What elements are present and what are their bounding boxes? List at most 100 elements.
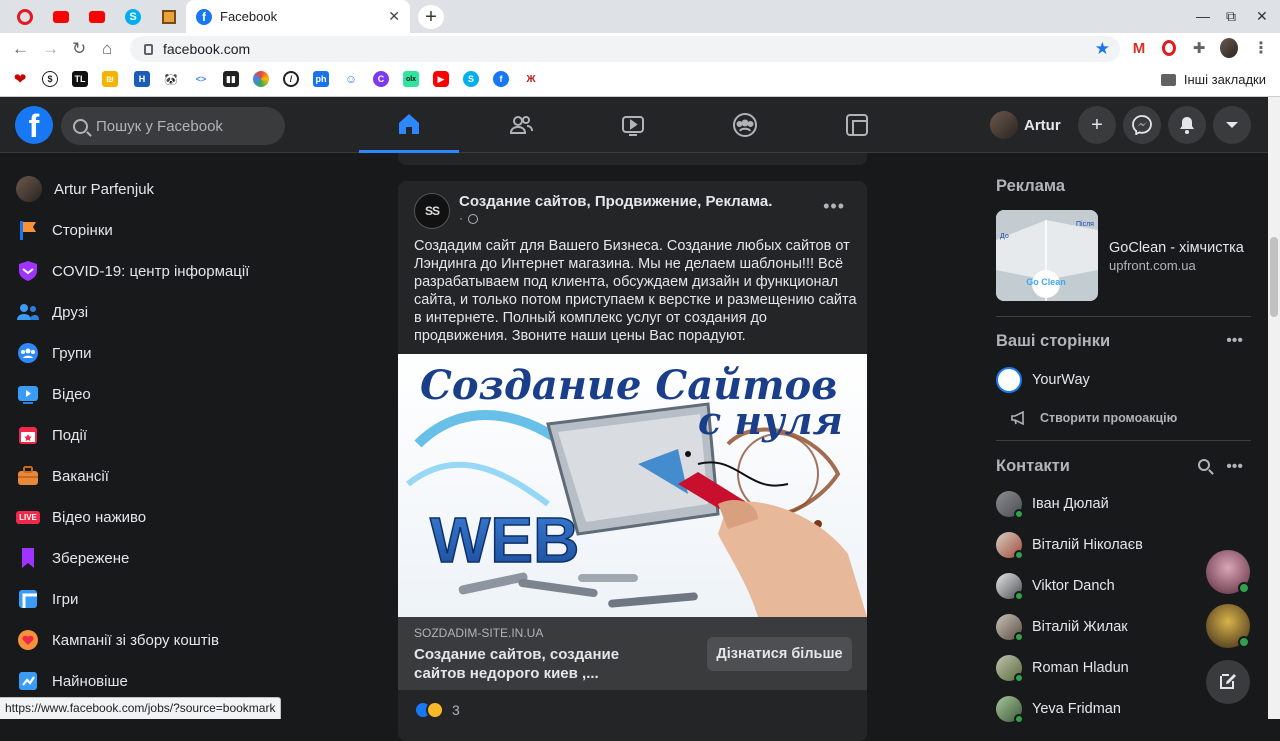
new-tab-button[interactable]: + (418, 5, 444, 29)
close-window-icon[interactable]: ✕ (1256, 8, 1268, 25)
bookmark-c-icon[interactable]: C (373, 71, 389, 87)
address-bar[interactable]: facebook.com ★ (130, 36, 1120, 62)
ad-title[interactable]: GoClean - хімчистка (1109, 240, 1244, 256)
online-indicator (1014, 673, 1024, 683)
sidebar-item-events[interactable]: Події (8, 415, 288, 455)
sidebar-item-games[interactable]: Ігри (8, 579, 288, 619)
contact-item[interactable]: Віталій Жилак (996, 609, 1128, 645)
bookmark-olx-icon[interactable]: olx (403, 71, 419, 87)
tab-watch[interactable] (583, 97, 683, 153)
tab-home[interactable] (359, 97, 459, 153)
bookmark-tl-icon[interactable]: TL (72, 71, 88, 87)
account-menu-button[interactable] (1213, 106, 1251, 144)
bookmark-circle-icon[interactable]: / (283, 71, 299, 87)
home-icon[interactable]: ⌂ (102, 39, 112, 59)
restore-icon[interactable]: ⧉ (1226, 8, 1236, 25)
bookmark-dollar-icon[interactable]: $ (42, 71, 58, 87)
image-title-line2: с нуля (698, 398, 843, 443)
tab-friends[interactable] (471, 97, 571, 153)
reload-icon[interactable]: ↻ (72, 39, 86, 59)
bookmark-heart-icon[interactable]: ❤ (12, 71, 28, 88)
bookmark-colorwheel-icon[interactable] (253, 71, 269, 87)
sidebar-item-profile[interactable]: Artur Parfenjuk (8, 169, 288, 209)
bookmark-youtube-icon[interactable]: ▶ (433, 71, 449, 87)
bookmark-h-icon[interactable]: H (134, 71, 150, 87)
contact-name: Viktor Danch (1032, 578, 1115, 594)
contact-item[interactable]: Roman Hladun (996, 650, 1129, 686)
profile-chip[interactable]: Artur (990, 109, 1061, 141)
games-icon (16, 587, 40, 611)
sidebar-item-groups[interactable]: Групи (8, 333, 288, 373)
sidebar-item-recent[interactable]: Найновіше (8, 661, 288, 701)
bookmark-star-icon[interactable]: ★ (1095, 39, 1110, 59)
folder-icon (1160, 73, 1176, 86)
link-preview[interactable]: SOZDADIM-SITE.IN.UA Создание сайтов, соз… (398, 617, 867, 690)
other-bookmarks-folder[interactable]: Інші закладки (1160, 72, 1266, 87)
gmail-icon[interactable]: M (1130, 39, 1148, 57)
bookmark-yellow-icon[interactable]: ₪ (102, 71, 118, 87)
menu-icon[interactable]: ⋮ (1252, 39, 1270, 57)
reactions-summary[interactable]: 3 (414, 701, 460, 719)
sidebar-item-label: Відео наживо (52, 508, 147, 526)
bookmarks-bar: ❤ $ TL ₪ H 🐼 <> ▮▮ / ph ☺ C olx ▶ S f Ж … (0, 64, 1280, 97)
close-tab-icon[interactable]: ✕ (388, 8, 400, 25)
sidebar-item-label: Збережене (52, 549, 130, 567)
search-input[interactable]: Пошук у Facebook (61, 107, 285, 145)
home-icon (399, 113, 419, 134)
post-options-icon[interactable]: ••• (823, 196, 845, 217)
post-image[interactable]: WEB Создание Сайтов с нуля (398, 354, 867, 617)
create-promotion-button[interactable]: Створити промоакцію (1010, 400, 1177, 436)
sidebar-item-saved[interactable]: Збережене (8, 538, 288, 578)
bookmark-facebook-icon[interactable]: f (493, 71, 509, 87)
pinned-tab-skype-icon[interactable]: S (122, 7, 144, 27)
tab-gaming[interactable] (807, 97, 907, 153)
contact-item[interactable]: Іван Дюлай (996, 486, 1109, 522)
pages-options-icon[interactable]: ••• (1226, 332, 1243, 350)
extensions-icon[interactable]: ✚ (1190, 39, 1208, 57)
bookmark-xi-icon[interactable]: Ж (523, 71, 539, 87)
sidebar-item-fundraisers[interactable]: Кампанії зі збору коштів (8, 620, 288, 660)
opera-extension-icon[interactable] (1160, 39, 1178, 57)
pinned-tab-opera-icon[interactable] (14, 7, 36, 27)
page-item-yourway[interactable]: YourWay (996, 362, 1090, 398)
ad-image[interactable]: До Після Go Clean (996, 210, 1098, 301)
sidebar-item-live[interactable]: LIVE Відео наживо (8, 497, 288, 537)
scrollbar-thumb[interactable] (1270, 237, 1278, 317)
chat-head-avatar[interactable] (1206, 604, 1250, 648)
create-button[interactable]: + (1078, 106, 1116, 144)
messenger-button[interactable] (1123, 106, 1161, 144)
contacts-search-icon[interactable] (1198, 459, 1214, 475)
forward-icon[interactable]: → (42, 39, 59, 59)
contact-item[interactable]: Viktor Danch (996, 568, 1115, 604)
pinned-tab-youtube-icon[interactable] (50, 7, 72, 27)
bookmark-robot-icon[interactable]: ☺ (343, 71, 359, 87)
sidebar-item-covid[interactable]: COVID-19: центр інформації (8, 251, 288, 291)
back-icon[interactable]: ← (12, 39, 29, 59)
tab-facebook[interactable]: f Facebook ✕ (186, 0, 410, 33)
contacts-options-icon[interactable]: ••• (1226, 458, 1243, 476)
notifications-button[interactable] (1168, 106, 1206, 144)
bookmark-code-icon[interactable]: <> (193, 71, 209, 87)
sidebar-item-friends[interactable]: Друзі (8, 292, 288, 332)
new-message-button[interactable] (1206, 660, 1250, 704)
page-logo[interactable]: SS (414, 193, 450, 229)
bookmark-ph-icon[interactable]: ph (313, 71, 329, 87)
minimize-icon[interactable]: — (1196, 8, 1210, 24)
sidebar-item-pages[interactable]: Сторінки (8, 210, 288, 250)
bookmark-trello-icon[interactable]: ▮▮ (223, 71, 239, 87)
bookmark-skype-icon[interactable]: S (463, 71, 479, 87)
bookmark-panda-icon[interactable]: 🐼 (163, 71, 179, 87)
page-scrollbar[interactable] (1268, 97, 1280, 719)
sidebar-item-jobs[interactable]: Вакансії (8, 456, 288, 496)
pinned-tab-youtube-icon[interactable] (86, 7, 108, 27)
chat-head-avatar[interactable] (1206, 550, 1250, 594)
pinned-tab-book-icon[interactable] (158, 7, 180, 27)
page-name-link[interactable]: Создание сайтов, Продвижение, Реклама. (459, 193, 772, 210)
sidebar-item-video[interactable]: Відео (8, 374, 288, 414)
tab-groups[interactable] (695, 97, 795, 153)
contact-item[interactable]: Віталій Ніколаєв (996, 527, 1143, 563)
contact-item[interactable]: Yeva Fridman (996, 691, 1121, 727)
facebook-logo-icon[interactable]: f (15, 106, 53, 144)
learn-more-button[interactable]: Дізнатися більше (707, 637, 852, 671)
profile-avatar[interactable] (1220, 38, 1238, 58)
